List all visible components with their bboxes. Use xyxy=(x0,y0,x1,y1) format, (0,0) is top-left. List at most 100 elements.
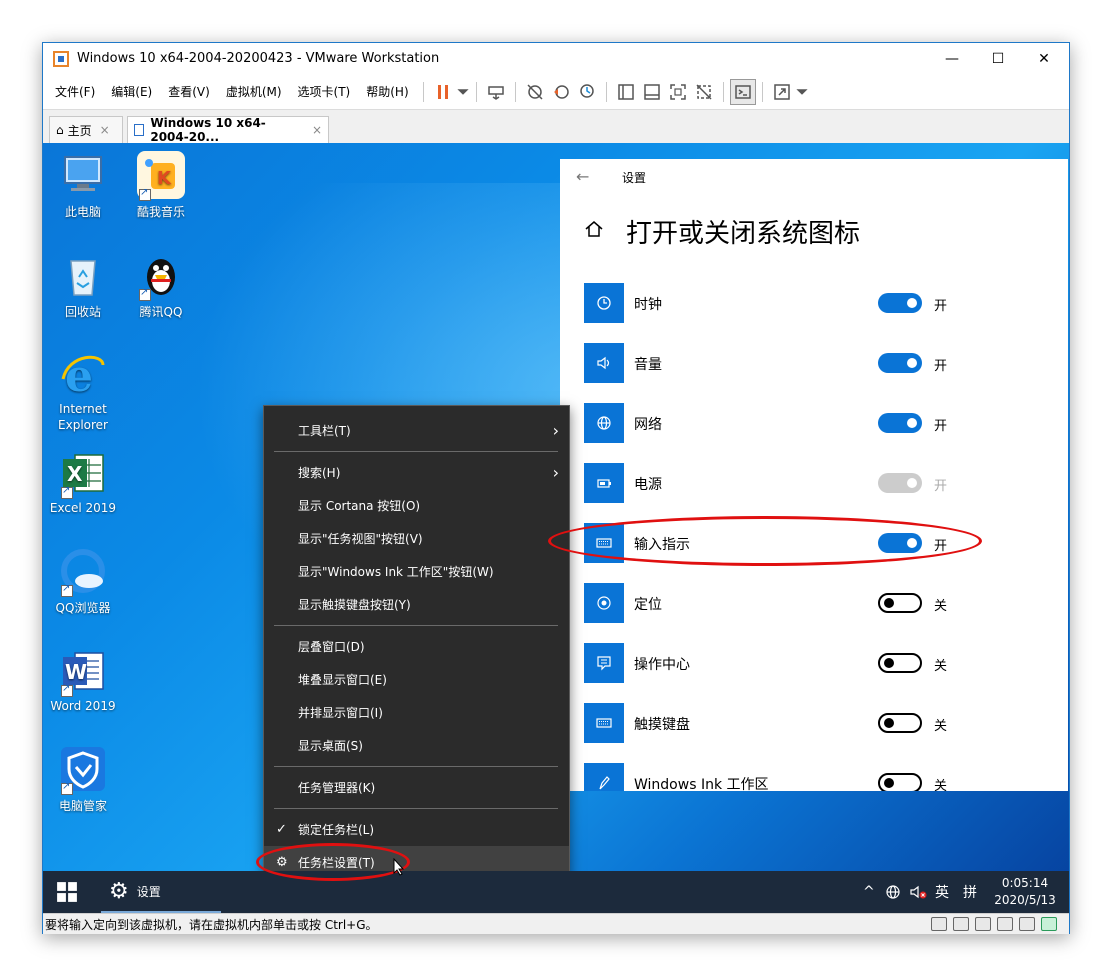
toggle-state: 开 xyxy=(934,479,948,494)
windows-ink-toggle[interactable] xyxy=(878,773,922,791)
volume-muted-icon[interactable] xyxy=(909,871,927,913)
vmware-app-icon xyxy=(53,50,69,67)
menu-item-lock-taskbar[interactable]: ✓ 锁定任务栏(L) xyxy=(264,813,569,846)
maximize-button[interactable]: ☐ xyxy=(975,43,1021,74)
menu-item-label: 显示触摸键盘按钮(Y) xyxy=(298,598,411,612)
menu-item-cascade[interactable]: 层叠窗口(D) xyxy=(264,630,569,663)
clock-toggle[interactable] xyxy=(878,293,922,313)
desktop-icon-recycle-bin[interactable]: 回收站 xyxy=(43,251,123,320)
unity-icon[interactable] xyxy=(691,79,717,105)
menu-item-show-cortana[interactable]: 显示 Cortana 按钮(O) xyxy=(264,489,569,522)
tab-vm[interactable]: Windows 10 x64-2004-20... × xyxy=(127,116,329,144)
desktop-icon-qq[interactable]: 腾讯QQ xyxy=(121,251,201,320)
action-center-toggle[interactable] xyxy=(878,653,922,673)
network-adapter-icon[interactable] xyxy=(997,917,1013,931)
windows-start-icon[interactable] xyxy=(43,871,91,913)
desktop-icon-ie[interactable]: e Internet Explorer xyxy=(43,349,123,433)
menu-item-search[interactable]: 搜索(H) › xyxy=(264,456,569,489)
clock-icon xyxy=(584,283,624,323)
stretch-guest-icon[interactable] xyxy=(769,79,795,105)
cd-drive-icon[interactable] xyxy=(975,917,991,931)
back-arrow-icon[interactable]: ← xyxy=(576,167,589,186)
toggle-state: 开 xyxy=(934,419,948,434)
menu-item-side-by-side[interactable]: 并排显示窗口(I) xyxy=(264,696,569,729)
kuwo-music-icon: K xyxy=(137,151,185,201)
message-log-icon[interactable] xyxy=(1041,917,1057,931)
menu-item-label: 显示 Cortana 按钮(O) xyxy=(298,499,421,513)
desktop-icon-word[interactable]: W Word 2019 xyxy=(43,647,123,713)
menu-vm[interactable]: 虚拟机(M) xyxy=(218,83,290,100)
page-title: 打开或关闭系统图标 xyxy=(626,219,861,249)
menu-file[interactable]: 文件(F) xyxy=(47,83,103,100)
shortcut-arrow-icon xyxy=(61,781,73,795)
desktop-icon-kuwo[interactable]: K 酷我音乐 xyxy=(121,151,201,220)
desktop-icon-this-pc[interactable]: 此电脑 xyxy=(43,151,123,220)
power-toggle xyxy=(878,473,922,493)
full-screen-icon[interactable] xyxy=(665,79,691,105)
touch-keyboard-toggle[interactable] xyxy=(878,713,922,733)
setting-row-power: 电源 开 xyxy=(584,463,1004,503)
close-icon[interactable]: × xyxy=(100,123,110,137)
menu-item-stack[interactable]: 堆叠显示窗口(E) xyxy=(264,663,569,696)
ime-pinyin-indicator[interactable]: 拼 xyxy=(963,871,977,913)
menu-item-label: 显示桌面(S) xyxy=(298,739,363,753)
menu-view[interactable]: 查看(V) xyxy=(160,83,218,100)
snapshot-disabled-icon[interactable] xyxy=(522,79,548,105)
menu-item-toolbars[interactable]: 工具栏(T) › xyxy=(264,414,569,447)
pause-icon[interactable] xyxy=(430,79,456,105)
console-view-icon[interactable] xyxy=(729,78,756,105)
network-toggle[interactable] xyxy=(878,413,922,433)
setting-label: 输入指示 xyxy=(634,537,690,553)
setting-row-location: 定位 关 xyxy=(584,583,1004,623)
close-button[interactable]: ✕ xyxy=(1021,43,1067,74)
menu-item-show-windows-ink[interactable]: 显示"Windows Ink 工作区"按钮(W) xyxy=(264,555,569,588)
settings-title: 设置 xyxy=(622,171,647,185)
menu-item-show-desktop[interactable]: 显示桌面(S) xyxy=(264,729,569,762)
desktop-icon-qq-browser[interactable]: QQ浏览器 xyxy=(43,547,123,616)
close-icon[interactable]: × xyxy=(312,123,322,137)
location-icon xyxy=(584,583,624,623)
revert-snapshot-icon[interactable] xyxy=(548,79,574,105)
guest-desktop[interactable]: 此电脑 K 酷我音乐 回收站 腾讯QQ e Intern xyxy=(43,143,1069,913)
chevron-down-icon[interactable] xyxy=(456,79,470,105)
tab-home[interactable]: ⌂ 主页 × xyxy=(49,116,123,143)
toggle-state: 关 xyxy=(934,719,948,734)
taskbar-app-settings[interactable]: ⚙ 设置 xyxy=(101,871,221,913)
menu-separator xyxy=(274,451,558,452)
menu-item-task-manager[interactable]: 任务管理器(K) xyxy=(264,771,569,804)
sidebar-toggle-icon[interactable] xyxy=(613,79,639,105)
thumbnail-bar-icon[interactable] xyxy=(639,79,665,105)
mouse-cursor-icon xyxy=(393,857,405,876)
taskbar: ⚙ 设置 ^ 英 拼 0:05:14 2020/5/13 xyxy=(43,871,1069,913)
hard-disk-icon[interactable] xyxy=(953,917,969,931)
snapshot-manager-icon[interactable] xyxy=(574,79,600,105)
desktop-icon-pc-manager[interactable]: 电脑管家 xyxy=(43,745,123,814)
usb-icon[interactable] xyxy=(1019,917,1035,931)
menu-item-show-task-view[interactable]: 显示"任务视图"按钮(V) xyxy=(264,522,569,555)
menu-help[interactable]: 帮助(H) xyxy=(358,83,416,100)
send-keys-icon[interactable] xyxy=(483,79,509,105)
location-toggle[interactable] xyxy=(878,593,922,613)
setting-label: 时钟 xyxy=(634,297,662,313)
shortcut-arrow-icon xyxy=(139,187,151,201)
chevron-up-icon[interactable]: ^ xyxy=(863,871,875,913)
setting-row-touch-keyboard: 触摸键盘 关 xyxy=(584,703,1004,743)
volume-toggle[interactable] xyxy=(878,353,922,373)
minimize-button[interactable]: — xyxy=(929,43,975,74)
taskbar-clock[interactable]: 0:05:14 2020/5/13 xyxy=(981,875,1069,909)
menu-tabs[interactable]: 选项卡(T) xyxy=(290,83,359,100)
hard-disk-icon[interactable] xyxy=(931,917,947,931)
setting-label: 音量 xyxy=(634,357,662,373)
ime-mode-indicator[interactable]: 英 xyxy=(935,871,949,913)
clock-time: 0:05:14 xyxy=(1001,876,1049,890)
chevron-down-icon[interactable] xyxy=(795,79,809,105)
menu-item-show-touch-keyboard[interactable]: 显示触摸键盘按钮(Y) xyxy=(264,588,569,621)
menu-edit[interactable]: 编辑(E) xyxy=(103,83,160,100)
desktop-icon-excel[interactable]: X Excel 2019 xyxy=(43,449,123,515)
qq-browser-icon xyxy=(59,547,107,597)
network-globe-icon[interactable] xyxy=(885,871,901,913)
home-icon[interactable] xyxy=(584,219,604,239)
input-indicator-toggle[interactable] xyxy=(878,533,922,553)
shield-icon xyxy=(59,745,107,795)
svg-text:X: X xyxy=(67,462,83,486)
